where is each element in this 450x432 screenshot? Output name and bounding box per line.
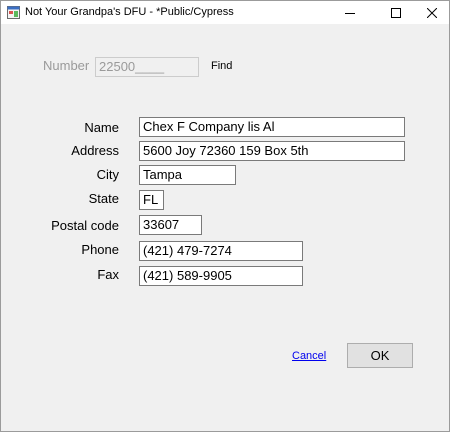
app-icon <box>7 6 20 19</box>
address-field[interactable]: 5600 Joy 72360 159 Box 5th <box>139 141 405 161</box>
phone-field[interactable]: (421) 479-7274 <box>139 241 303 261</box>
maximize-icon <box>391 7 401 18</box>
city-label: City <box>96 167 119 182</box>
name-field[interactable]: Chex F Company lis Al <box>139 117 405 137</box>
find-button[interactable]: Find <box>211 60 232 72</box>
number-field[interactable]: 22500____ <box>95 57 199 77</box>
number-label: Number <box>43 58 90 73</box>
maximize-button[interactable] <box>379 1 413 24</box>
phone-label: Phone <box>81 242 119 257</box>
name-label: Name <box>84 120 119 135</box>
window-title: Not Your Grandpa's DFU - *Public/Cypress <box>25 6 234 18</box>
cancel-link[interactable]: Cancel <box>292 350 326 362</box>
postal-code-field[interactable]: 33607 <box>139 215 202 235</box>
state-field[interactable]: FL <box>139 190 164 210</box>
postal-code-label: Postal code <box>51 218 119 233</box>
minimize-icon <box>345 12 355 14</box>
minimize-button[interactable] <box>333 1 367 24</box>
close-button[interactable] <box>415 1 449 24</box>
address-label: Address <box>71 143 119 158</box>
city-field[interactable]: Tampa <box>139 165 236 185</box>
form-area: Number 22500____ Find Name Chex F Compan… <box>1 24 449 431</box>
title-bar[interactable]: Not Your Grandpa's DFU - *Public/Cypress <box>1 1 449 24</box>
fax-label: Fax <box>97 267 119 282</box>
state-label: State <box>88 191 119 206</box>
app-window: Not Your Grandpa's DFU - *Public/Cypress… <box>0 0 450 432</box>
fax-field[interactable]: (421) 589-9905 <box>139 266 303 286</box>
close-icon <box>427 7 437 18</box>
ok-button[interactable]: OK <box>347 343 413 368</box>
